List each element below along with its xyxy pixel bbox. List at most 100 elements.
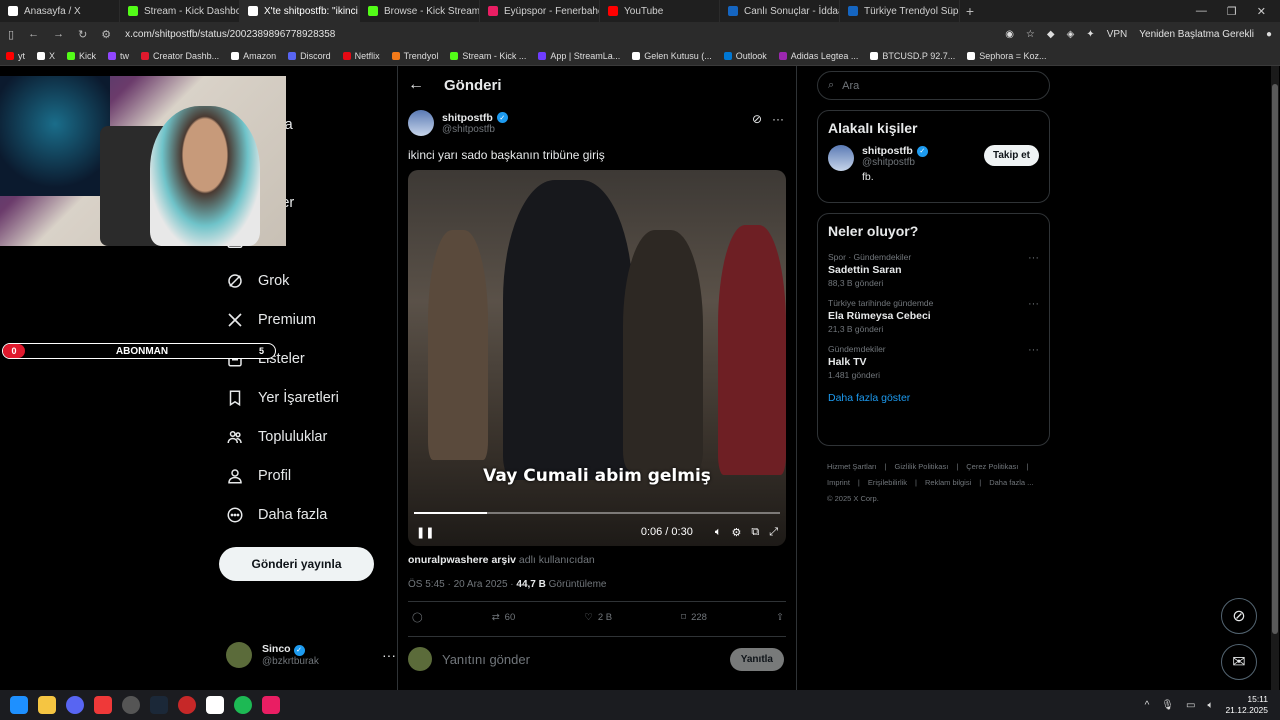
retweet-action[interactable]: ⇄ 60 (492, 612, 516, 623)
browser-tab[interactable]: Eyüpspor - Fenerbahçe Ma... (480, 0, 600, 22)
nav-item-grok[interactable]: Grok (226, 272, 289, 290)
footer-link[interactable]: Erişilebilirlik (868, 478, 907, 487)
close-icon[interactable]: ✕ (1257, 5, 1266, 18)
nav-item-profile[interactable]: Profil (226, 467, 291, 485)
site-settings-icon[interactable]: ⚙ (101, 28, 111, 41)
obs-icon[interactable] (122, 696, 140, 714)
browser-tab[interactable]: Browse - Kick Streaming (360, 0, 480, 22)
reply-button[interactable]: Yanıtla (729, 647, 784, 671)
follow-button[interactable]: Takip et (983, 145, 1039, 166)
new-tab-button[interactable]: + (960, 3, 980, 19)
minimize-icon[interactable]: — (1196, 5, 1207, 18)
bookmark-item[interactable]: X (37, 51, 55, 61)
footer-link[interactable]: Imprint (827, 478, 850, 487)
pause-icon[interactable]: ❚❚ (416, 526, 434, 539)
bookmark-item[interactable]: Outlook (723, 51, 767, 61)
fullscreen-icon[interactable]: ⤢ (769, 526, 778, 539)
related-person[interactable]: shitpostfb ✓ @shitpostfb fb. Takip et (818, 145, 1049, 191)
app-icon[interactable] (178, 696, 196, 714)
bookmark-action[interactable]: ⌑ 228 (681, 612, 707, 623)
bookmark-item[interactable]: Adidas Legtea ... (778, 51, 858, 61)
more-options-icon[interactable]: ··· (1028, 298, 1039, 310)
footer-link[interactable]: Gizlilik Politikası (895, 462, 949, 471)
spotify-icon[interactable] (234, 696, 252, 714)
avatar[interactable] (408, 110, 434, 136)
sidebar-toggle-icon[interactable]: ▯ (8, 28, 14, 41)
vivaldi-browser-icon[interactable] (94, 696, 112, 714)
app-icon[interactable] (206, 696, 224, 714)
discord-icon[interactable] (66, 696, 84, 714)
more-options-icon[interactable]: ··· (1028, 344, 1039, 356)
app-icon[interactable] (262, 696, 280, 714)
page-scrollbar[interactable] (1271, 66, 1279, 690)
avatar[interactable] (828, 145, 854, 171)
clock[interactable]: 15:11 21.12.2025 (1225, 694, 1268, 716)
back-arrow-icon[interactable]: ← (408, 76, 424, 94)
bookmark-item[interactable]: Kick (67, 51, 96, 61)
bookmark-item[interactable]: Creator Dashb... (141, 51, 219, 61)
footer-link[interactable]: Hizmet Şartları (827, 462, 877, 471)
windows-start-icon[interactable] (10, 696, 28, 714)
trend-item[interactable]: Türkiye tarihinde gündemde Ela Rümeysa C… (818, 294, 1049, 340)
account-switcher[interactable]: Sinco ✓ @bzkrtburak ··· (226, 642, 396, 668)
extension-icon[interactable]: ✦ (1086, 29, 1094, 40)
trend-item[interactable]: Gündemdekiler Halk TV 1.481 gönderi ··· (818, 340, 1049, 386)
more-options-icon[interactable]: ··· (1028, 252, 1039, 264)
nav-item-more[interactable]: Daha fazla (226, 506, 327, 524)
post-button[interactable]: Gönderi yayınla (219, 547, 374, 581)
vpn-icon[interactable]: VPN (1107, 29, 1128, 40)
attribution-user[interactable]: onuralpwashere arşiv (408, 554, 516, 566)
footer-link[interactable]: Çerez Politikası (966, 462, 1018, 471)
monitor-icon[interactable]: ▭ (1186, 700, 1195, 711)
forward-arrow-icon[interactable]: → (53, 28, 64, 40)
settings-icon[interactable]: ⚙ (731, 526, 741, 539)
video-player[interactable]: Vay Cumali abim gelmiş ❚❚ 0:06 / 0:30 🔈︎… (408, 170, 786, 546)
reply-action[interactable]: ◯ (412, 612, 423, 623)
file-explorer-icon[interactable] (38, 696, 56, 714)
bookmark-item[interactable]: Stream - Kick ... (450, 51, 526, 61)
post-author[interactable]: shitpostfb ✓ @shitpostfb (408, 110, 508, 136)
bookmark-item[interactable]: Netflix (342, 51, 380, 61)
browser-tab[interactable]: Stream - Kick Dashboard (120, 0, 240, 22)
grok-icon[interactable]: ⊘ (752, 112, 762, 126)
author-handle[interactable]: @shitpostfb (442, 124, 508, 135)
nav-item-communities[interactable]: Topluluklar (226, 428, 327, 446)
like-action[interactable]: ♡ 2 B (584, 612, 612, 623)
more-options-icon[interactable]: ··· (382, 647, 396, 663)
volume-icon[interactable]: 🔈︎ (715, 526, 722, 539)
related-name[interactable]: shitpostfb (862, 145, 913, 157)
nav-item-bookmarks[interactable]: Yer İşaretleri (226, 389, 339, 407)
microphone-icon[interactable]: 🎙︎ (1161, 700, 1174, 711)
footer-link[interactable]: Daha fazla ... (989, 478, 1033, 487)
post-timestamp[interactable]: ÖS 5:45 · 20 Ara 2025 · (408, 579, 516, 590)
footer-link[interactable]: Reklam bilgisi (925, 478, 971, 487)
steam-icon[interactable] (150, 696, 168, 714)
bookmark-item[interactable]: App | StreamLa... (538, 51, 620, 61)
bookmark-item[interactable]: tw (108, 51, 129, 61)
extension-icon[interactable]: ◈ (1067, 29, 1075, 40)
browser-tab[interactable]: Canlı Sonuçlar - İddaa Son... (720, 0, 840, 22)
video-progress-bar[interactable] (414, 512, 780, 514)
scrollbar-thumb[interactable] (1272, 84, 1278, 634)
browser-tab[interactable]: Anasayfa / X (0, 0, 120, 22)
browser-tab-active[interactable]: X'te shitpostfb: "ikinci yarı s... (240, 0, 360, 22)
reload-icon[interactable]: ↻ (78, 28, 87, 41)
reply-input[interactable]: Yanıtını gönder (442, 652, 530, 667)
grok-fab-button[interactable]: ⊘ (1221, 598, 1257, 634)
trend-item[interactable]: Spor · Gündemdekiler Sadettin Saran 88,3… (818, 248, 1049, 294)
bookmark-item[interactable]: Amazon (231, 51, 276, 61)
show-more-link[interactable]: Daha fazla göster (818, 386, 1049, 416)
browser-tab[interactable]: YouTube (600, 0, 720, 22)
pip-icon[interactable]: ⧉ (751, 526, 759, 539)
extension-icon[interactable]: ◆ (1047, 29, 1055, 40)
bookmark-item[interactable]: yt (6, 51, 25, 61)
nav-item-premium[interactable]: Premium (226, 311, 316, 329)
bookmark-item[interactable]: BTCUSD.P 92.7... (870, 51, 955, 61)
url-field[interactable]: x.com/shitpostfb/status/2002389896778928… (125, 29, 335, 40)
bookmark-icon[interactable]: ☆ (1026, 29, 1035, 40)
bookmark-item[interactable]: Discord (288, 51, 331, 61)
bookmark-item[interactable]: Trendyol (391, 51, 438, 61)
more-options-icon[interactable]: ··· (772, 112, 784, 126)
author-name[interactable]: shitpostfb (442, 112, 493, 124)
extension-icon[interactable]: ◉ (1005, 29, 1014, 40)
